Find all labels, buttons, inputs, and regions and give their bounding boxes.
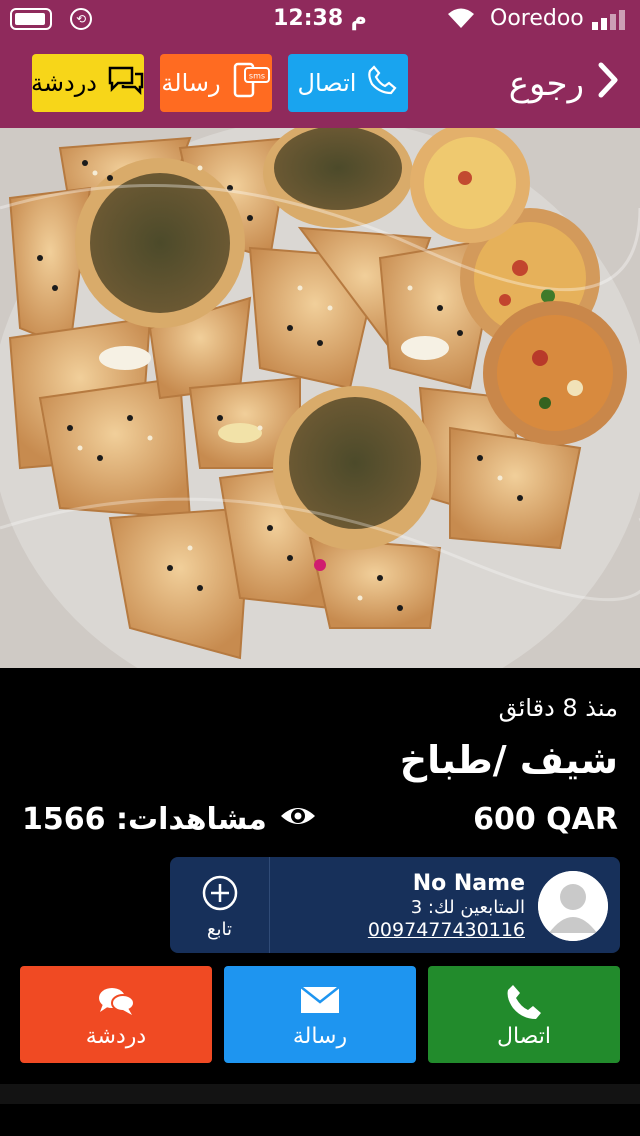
back-button[interactable]: رجوع: [470, 56, 620, 112]
orientation-lock-icon: ⟲: [70, 8, 92, 30]
chat-button-top[interactable]: دردشة: [31, 54, 145, 112]
message-button-top-label: رسالة: [161, 69, 221, 97]
view-count: مشاهدات: 1566: [22, 802, 317, 837]
back-label: رجوع: [508, 64, 584, 104]
phone-icon: [504, 982, 544, 1028]
status-time: 12:38 م: [273, 6, 367, 31]
seller-followers: المتابعين لك: 3: [410, 897, 525, 918]
follow-button[interactable]: تابع: [170, 857, 270, 953]
call-button-label: اتصال: [496, 1024, 551, 1049]
view-count-text: مشاهدات: 1566: [22, 802, 267, 837]
chat-button[interactable]: دردشة: [20, 966, 212, 1063]
avatar-icon[interactable]: [538, 871, 608, 941]
chevron-right-icon: [596, 61, 620, 108]
envelope-icon: [300, 986, 340, 1020]
follow-label: تابع: [206, 919, 233, 940]
top-bar: ⟲ 12:38 م Ooredoo دردشة رسالة sms اتصال …: [0, 0, 640, 128]
chat-bubbles-icon: [107, 65, 145, 101]
carrier-name: Ooredoo: [490, 6, 584, 31]
seller-phone-link[interactable]: 0097477430116: [368, 919, 525, 941]
message-button-top[interactable]: رسالة sms: [160, 54, 272, 112]
chat-button-top-label: دردشة: [31, 69, 97, 97]
message-button[interactable]: رسالة: [224, 966, 416, 1063]
call-button[interactable]: اتصال: [428, 966, 620, 1063]
chat-button-label: دردشة: [85, 1024, 147, 1049]
call-button-top[interactable]: اتصال: [288, 54, 408, 112]
call-button-top-label: اتصال: [297, 69, 357, 97]
battery-icon: [10, 8, 52, 30]
listing-photo[interactable]: [0, 128, 640, 668]
seller-name: No Name: [412, 871, 525, 896]
signal-icon: [592, 10, 632, 30]
plus-circle-icon: [202, 875, 238, 915]
listing-price: 600 QAR: [473, 802, 618, 837]
message-button-label: رسالة: [292, 1024, 348, 1049]
bottom-divider: [0, 1084, 640, 1104]
svg-text:sms: sms: [249, 72, 265, 81]
seller-card[interactable]: تابع No Name المتابعين لك: 3 00974774301…: [170, 857, 620, 953]
phone-icon: [366, 64, 398, 102]
sms-phone-icon: sms: [231, 62, 271, 104]
wifi-icon: [446, 6, 476, 36]
listing-title: شيف /طباخ: [399, 738, 618, 782]
posted-time: منذ 8 دقائق: [498, 694, 618, 722]
status-bar: ⟲ 12:38 م Ooredoo: [0, 0, 640, 40]
chat-bubbles-icon: [96, 984, 136, 1024]
eye-icon: [279, 802, 317, 837]
